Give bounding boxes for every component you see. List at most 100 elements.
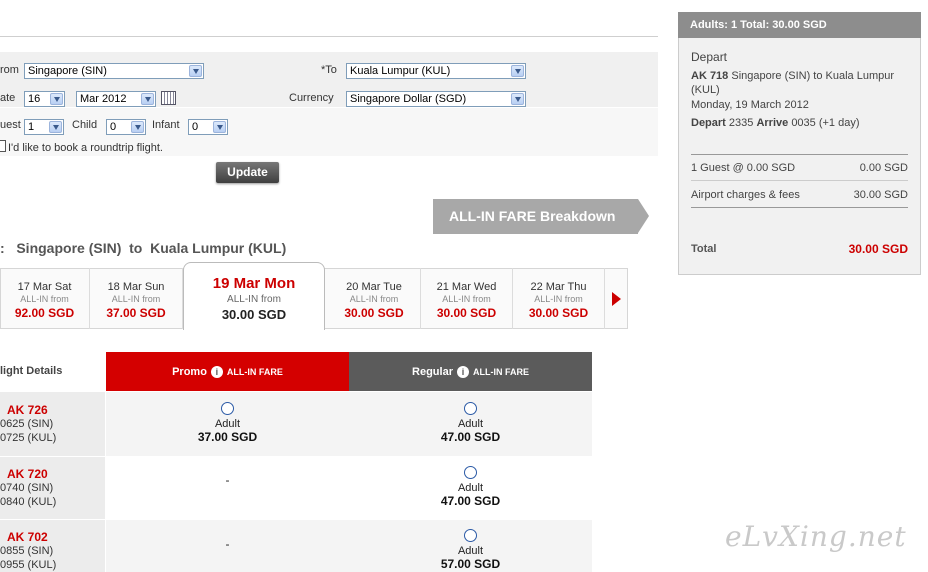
promo-fare-cell: - [106, 457, 349, 519]
from-select[interactable]: Singapore (SIN) [24, 63, 204, 79]
next-arrow-icon[interactable] [612, 292, 621, 306]
guest-line-value: 0.00 SGD [859, 162, 908, 174]
chevron-down-icon [511, 65, 524, 77]
chevron-down-icon [50, 93, 63, 105]
regular-fare-radio[interactable] [464, 402, 477, 415]
depart-time: 0855 (SIN) [0, 545, 54, 557]
flight-details-header: light Details [0, 365, 63, 377]
unavailable-dash: - [225, 473, 230, 487]
roundtrip-label: I'd like to book a roundtrip flight. [8, 142, 163, 154]
summary-depart-label: Depart [691, 117, 726, 129]
currency-label: Currency [289, 92, 334, 104]
promo-fare-radio[interactable] [221, 402, 234, 415]
date-tab-caption: ALL-IN from [349, 294, 399, 304]
pax-type: Adult [457, 482, 484, 494]
date-tab-date: 18 Mar Sun [107, 281, 165, 293]
date-tab-caption: ALL-IN from [534, 294, 583, 304]
pax-type: Adult [214, 418, 241, 430]
summary-divider [691, 207, 908, 208]
roundtrip-checkbox[interactable] [0, 140, 6, 152]
arrow-right-icon [638, 199, 649, 233]
infant-select[interactable]: 0 [188, 119, 228, 135]
date-label: ate [0, 92, 16, 104]
summary-depart-time: 2335 [728, 117, 754, 129]
date-tab-price: 92.00 SGD [14, 306, 75, 320]
flight-number: AK 726 [7, 403, 48, 417]
month-value: Mar 2012 [80, 93, 127, 105]
calendar-icon[interactable] [161, 91, 176, 105]
breakdown-label: ALL-IN FARE Breakdown [433, 199, 638, 234]
guest-value: 1 [28, 121, 35, 133]
regular-fare-cell: Adult 57.00 SGD [349, 520, 592, 572]
update-button[interactable]: Update [216, 162, 279, 183]
date-tab-5[interactable]: 22 Mar Thu ALL-IN from 30.00 SGD [513, 268, 605, 329]
date-tab-selected[interactable]: 19 Mar Mon ALL-IN from 30.00 SGD [183, 262, 325, 330]
chevron-down-icon [213, 121, 226, 133]
depart-time: 0740 (SIN) [0, 482, 54, 494]
summary-divider [691, 180, 908, 181]
date-tab-4[interactable]: 21 Mar Wed ALL-IN from 30.00 SGD [421, 268, 513, 329]
arrive-time: 0725 (KUL) [0, 432, 57, 444]
route-prefix: : [0, 240, 5, 256]
guest-label: uest [0, 119, 21, 131]
watermark: eLvXing.net [725, 520, 907, 553]
total-label: Total [691, 243, 717, 255]
promo-fare-cell: - [106, 520, 349, 572]
summary-times: Depart 2335 Arrive 0035 (+1 day) [691, 117, 860, 129]
date-tab-price: 30.00 SGD [344, 306, 404, 320]
date-tab-price: 30.00 SGD [528, 306, 589, 320]
top-divider [0, 36, 658, 37]
date-tab-date: 21 Mar Wed [436, 281, 497, 293]
fees-label: Airport charges & fees [691, 189, 800, 201]
summary-date: Monday, 19 March 2012 [691, 99, 809, 111]
info-icon[interactable]: i [456, 366, 469, 378]
date-tab-0[interactable]: 17 Mar Sat ALL-IN from 92.00 SGD [0, 268, 90, 329]
to-select[interactable]: Kuala Lumpur (KUL) [346, 63, 526, 79]
flight-row-info: AK 726 0625 (SIN) 0725 (KUL) [0, 392, 105, 456]
depart-time: 0625 (SIN) [0, 418, 54, 430]
regular-fare-tag: ALL-IN FARE [472, 367, 529, 377]
date-tab-3[interactable]: 20 Mar Tue ALL-IN from 30.00 SGD [328, 268, 421, 329]
summary-flight: AK 718 Singapore (SIN) to Kuala Lumpur (… [691, 69, 906, 97]
day-value: 16 [28, 93, 41, 105]
chevron-down-icon [189, 65, 202, 77]
guest-line-label: 1 Guest @ 0.00 SGD [691, 162, 796, 174]
selected-price: 30.00 SGD [221, 307, 287, 322]
chevron-down-icon [49, 121, 62, 133]
summary-arrive-time: 0035 (+1 day) [791, 117, 860, 129]
child-label: Child [72, 119, 98, 131]
summary-arrive-label: Arrive [756, 117, 789, 129]
regular-fare-cell: Adult 47.00 SGD [349, 457, 592, 519]
summary-divider [691, 154, 908, 155]
pax-type: Adult [457, 545, 484, 557]
chevron-down-icon [141, 93, 154, 105]
all-in-fare-breakdown-button[interactable]: ALL-IN FARE Breakdown [433, 199, 649, 234]
pax-type: Adult [457, 418, 484, 430]
month-select[interactable]: Mar 2012 [76, 91, 156, 107]
flight-row-info: AK 702 0855 (SIN) 0955 (KUL) [0, 520, 105, 572]
guest-select[interactable]: 1 [24, 119, 64, 135]
currency-select[interactable]: Singapore Dollar (SGD) [346, 91, 526, 107]
regular-label: Regular [412, 366, 453, 378]
fare-price: 47.00 SGD [440, 494, 501, 508]
child-select[interactable]: 0 [106, 119, 146, 135]
currency-value: Singapore Dollar (SGD) [350, 93, 467, 105]
route-joiner: to [129, 240, 143, 256]
flight-number: AK 702 [7, 530, 48, 544]
day-select[interactable]: 16 [24, 91, 65, 107]
summary-section-title: Depart [691, 50, 728, 64]
fare-price: 37.00 SGD [197, 430, 258, 444]
date-tab-caption: ALL-IN from [111, 294, 161, 304]
arrive-time: 0955 (KUL) [0, 559, 57, 571]
chevron-down-icon [511, 93, 524, 105]
date-tab-1[interactable]: 18 Mar Sun ALL-IN from 37.00 SGD [90, 268, 183, 329]
child-value: 0 [110, 121, 117, 133]
regular-fare-radio[interactable] [464, 466, 477, 479]
promo-fare-tag: ALL-IN FARE [226, 367, 283, 377]
date-tab-price: 37.00 SGD [106, 306, 166, 320]
regular-fare-radio[interactable] [464, 529, 477, 542]
to-label: *To [321, 64, 337, 76]
date-tab-date: 20 Mar Tue [346, 281, 402, 293]
date-tab-price: 30.00 SGD [436, 306, 497, 320]
info-icon[interactable]: i [210, 366, 223, 378]
